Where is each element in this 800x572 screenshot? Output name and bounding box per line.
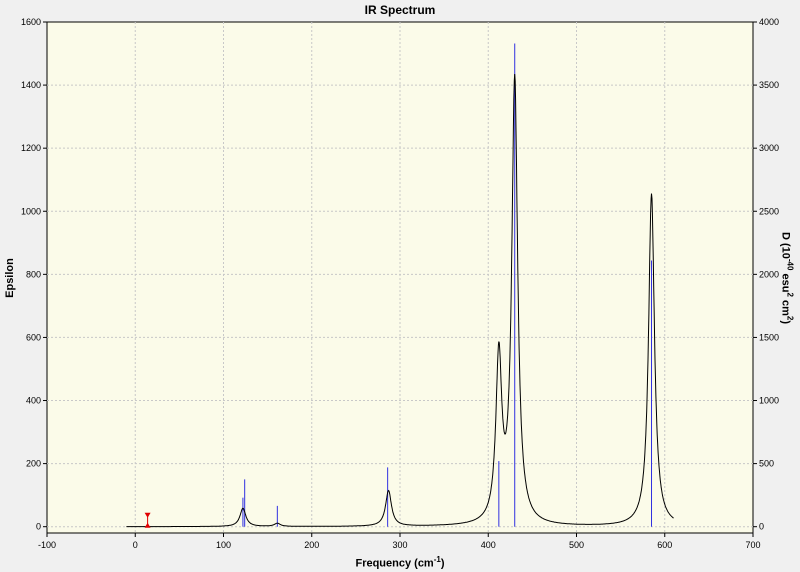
ir-spectrum-chart: -100 0 100 200 300 400 500 600 700 0 200 400 600 800… — [21, 17, 779, 550]
y-tick-label-right: 1500 — [759, 332, 779, 342]
y-tick-label-left: 1600 — [21, 17, 41, 27]
y-tick-label-left: 1400 — [21, 80, 41, 90]
x-tick-label: 700 — [745, 540, 760, 550]
x-tick-label: 100 — [216, 540, 231, 550]
y-tick-label-left: 400 — [26, 396, 41, 406]
y-tick-label-left: 200 — [26, 459, 41, 469]
x-tick-label: 600 — [657, 540, 672, 550]
x-tick-label: -100 — [38, 540, 56, 550]
y-tick-label-right: 500 — [759, 459, 774, 469]
y-tick-label-right: 2000 — [759, 269, 779, 279]
y-axis-ticks-right: 0 500 1000 1500 2000 2500 3000 3500 4000 — [753, 17, 779, 532]
y-tick-label-right: 4000 — [759, 17, 779, 27]
y-tick-label-left: 800 — [26, 269, 41, 279]
y-tick-label-left: 600 — [26, 332, 41, 342]
y-axis-ticks-left: 0 200 400 600 800 1000 1200 1400 1600 — [21, 17, 47, 532]
x-tick-label: 200 — [304, 540, 319, 550]
y-tick-label-right: 2500 — [759, 206, 779, 216]
y-tick-label-left: 1000 — [21, 206, 41, 216]
y-tick-label-right: 3000 — [759, 143, 779, 153]
y-tick-label-left: 1200 — [21, 143, 41, 153]
x-tick-label: 500 — [569, 540, 584, 550]
y-tick-label-left: 0 — [36, 522, 41, 532]
x-axis-ticks: -100 0 100 200 300 400 500 600 700 — [38, 533, 761, 550]
x-tick-label: 400 — [481, 540, 496, 550]
y-tick-label-right: 1000 — [759, 396, 779, 406]
y-tick-label-right: 3500 — [759, 80, 779, 90]
x-tick-label: 300 — [392, 540, 407, 550]
y-tick-label-right: 0 — [759, 522, 764, 532]
x-tick-label: 0 — [133, 540, 138, 550]
